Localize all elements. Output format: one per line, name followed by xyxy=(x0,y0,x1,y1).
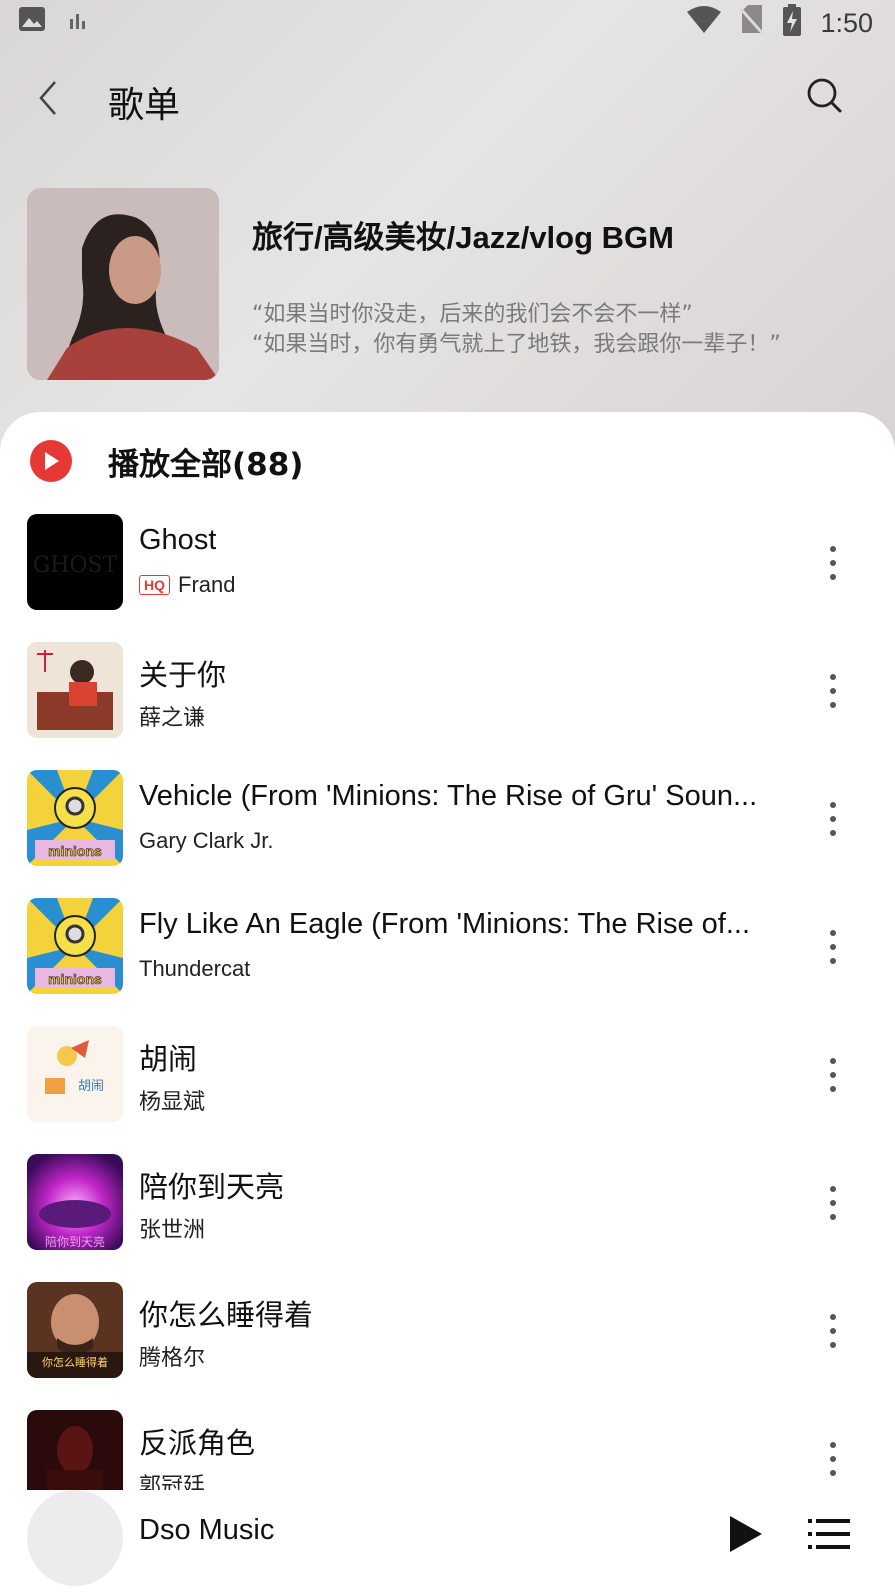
play-all-button[interactable]: 播放全部(88) xyxy=(30,438,303,484)
svg-text:陪你到天亮: 陪你到天亮 xyxy=(45,1234,105,1249)
song-artist: 薛之谦 xyxy=(139,705,206,730)
no-sim-icon xyxy=(739,5,766,42)
more-options-button[interactable] xyxy=(823,1186,843,1220)
wifi-icon xyxy=(686,6,722,41)
song-artist: Gary Clark Jr. xyxy=(139,828,274,853)
song-item[interactable]: 胡闹 胡闹 杨显斌 xyxy=(0,1026,895,1154)
song-title: 陪你到天亮 xyxy=(139,1172,285,1204)
song-title: 胡闹 xyxy=(139,1044,198,1076)
song-artist: Thundercat xyxy=(139,956,251,981)
play-icon xyxy=(726,1516,766,1560)
song-artist: 杨显斌 xyxy=(139,1089,206,1114)
song-item[interactable]: GHOST Ghost HQ Frand xyxy=(0,514,895,642)
more-options-button[interactable] xyxy=(823,1314,843,1348)
list-icon xyxy=(808,1519,852,1558)
song-item[interactable]: minions Vehicle (From 'Minions: The Rise… xyxy=(0,770,895,898)
song-cover: minions xyxy=(27,770,123,866)
song-meta: HQ Frand xyxy=(139,572,235,598)
status-bar: 1:50 xyxy=(0,0,895,40)
song-meta: Thundercat xyxy=(139,956,250,982)
playlist-description-line: “如果当时你没走，后来的我们会不会不一样” xyxy=(252,302,693,327)
battery-charging-icon xyxy=(782,4,802,43)
status-time: 1:50 xyxy=(820,8,873,38)
song-meta: Gary Clark Jr. xyxy=(139,828,273,854)
song-cover: 你怎么睡得着 xyxy=(27,1282,123,1378)
svg-text:胡闹: 胡闹 xyxy=(78,1079,104,1094)
song-artist: 张世洲 xyxy=(139,1217,206,1242)
chevron-left-icon xyxy=(37,80,59,120)
image-icon xyxy=(18,6,46,39)
page-title: 歌单 xyxy=(108,85,181,126)
hq-badge: HQ xyxy=(139,575,170,595)
song-artist: Frand xyxy=(178,572,236,597)
playlist-description-line: “如果当时，你有勇气就上了地铁，我会跟你一辈子！” xyxy=(252,332,781,357)
song-meta: 薛之谦 xyxy=(139,700,205,732)
more-options-button[interactable] xyxy=(823,546,843,580)
svg-text:minions: minions xyxy=(48,971,102,987)
player-title: Dso Music xyxy=(139,1514,275,1546)
song-item[interactable]: minions Fly Like An Eagle (From 'Minions… xyxy=(0,898,895,1026)
more-options-button[interactable] xyxy=(823,802,843,836)
song-cover xyxy=(27,642,123,738)
playlist-cover-image[interactable] xyxy=(27,188,219,380)
song-title: Ghost xyxy=(139,524,217,556)
song-list-sheet: 播放全部(88) GHOST Ghost HQ Frand 关于你 薛之谦 mi… xyxy=(0,412,895,1595)
mini-player[interactable]: Dso Music xyxy=(0,1490,895,1595)
song-meta: 张世洲 xyxy=(139,1212,205,1244)
play-button[interactable] xyxy=(726,1512,766,1556)
player-cover[interactable] xyxy=(27,1490,123,1586)
svg-text:GHOST: GHOST xyxy=(33,553,118,578)
app-header: 歌单 xyxy=(0,60,895,140)
search-icon xyxy=(805,78,845,120)
more-options-button[interactable] xyxy=(823,930,843,964)
song-cover: 陪你到天亮 xyxy=(27,1154,123,1250)
song-item[interactable]: 你怎么睡得着 你怎么睡得着 腾格尔 xyxy=(0,1282,895,1410)
play-circle-icon xyxy=(30,440,72,482)
playlist-title: 旅行/高级美妆/Jazz/vlog BGM xyxy=(252,220,674,255)
song-cover: minions xyxy=(27,898,123,994)
more-options-button[interactable] xyxy=(823,674,843,708)
more-options-button[interactable] xyxy=(823,1442,843,1476)
song-cover: 胡闹 xyxy=(27,1026,123,1122)
playlist-description[interactable]: “如果当时你没走，后来的我们会不会不一样” “如果当时，你有勇气就上了地铁，我会… xyxy=(252,300,781,360)
song-cover: GHOST xyxy=(27,514,123,610)
more-options-button[interactable] xyxy=(823,1058,843,1092)
back-button[interactable] xyxy=(30,78,66,122)
search-button[interactable] xyxy=(805,76,849,120)
playlist-queue-button[interactable] xyxy=(808,1514,852,1554)
song-title: Vehicle (From 'Minions: The Rise of Gru'… xyxy=(139,780,758,812)
song-item[interactable]: 陪你到天亮 陪你到天亮 张世洲 xyxy=(0,1154,895,1282)
song-title: 反派角色 xyxy=(139,1428,256,1460)
song-item[interactable]: 关于你 薛之谦 xyxy=(0,642,895,770)
svg-text:minions: minions xyxy=(48,843,102,859)
song-meta: 腾格尔 xyxy=(139,1340,205,1372)
song-title: Fly Like An Eagle (From 'Minions: The Ri… xyxy=(139,908,751,940)
play-all-label: 播放全部(88) xyxy=(108,446,304,483)
song-artist: 腾格尔 xyxy=(139,1345,206,1370)
song-meta: 杨显斌 xyxy=(139,1084,205,1116)
song-list: GHOST Ghost HQ Frand 关于你 薛之谦 minions Veh… xyxy=(0,514,895,1538)
song-title: 你怎么睡得着 xyxy=(139,1300,314,1332)
bar-chart-icon xyxy=(68,8,88,38)
song-title: 关于你 xyxy=(139,660,227,692)
svg-text:你怎么睡得着: 你怎么睡得着 xyxy=(42,1355,108,1369)
